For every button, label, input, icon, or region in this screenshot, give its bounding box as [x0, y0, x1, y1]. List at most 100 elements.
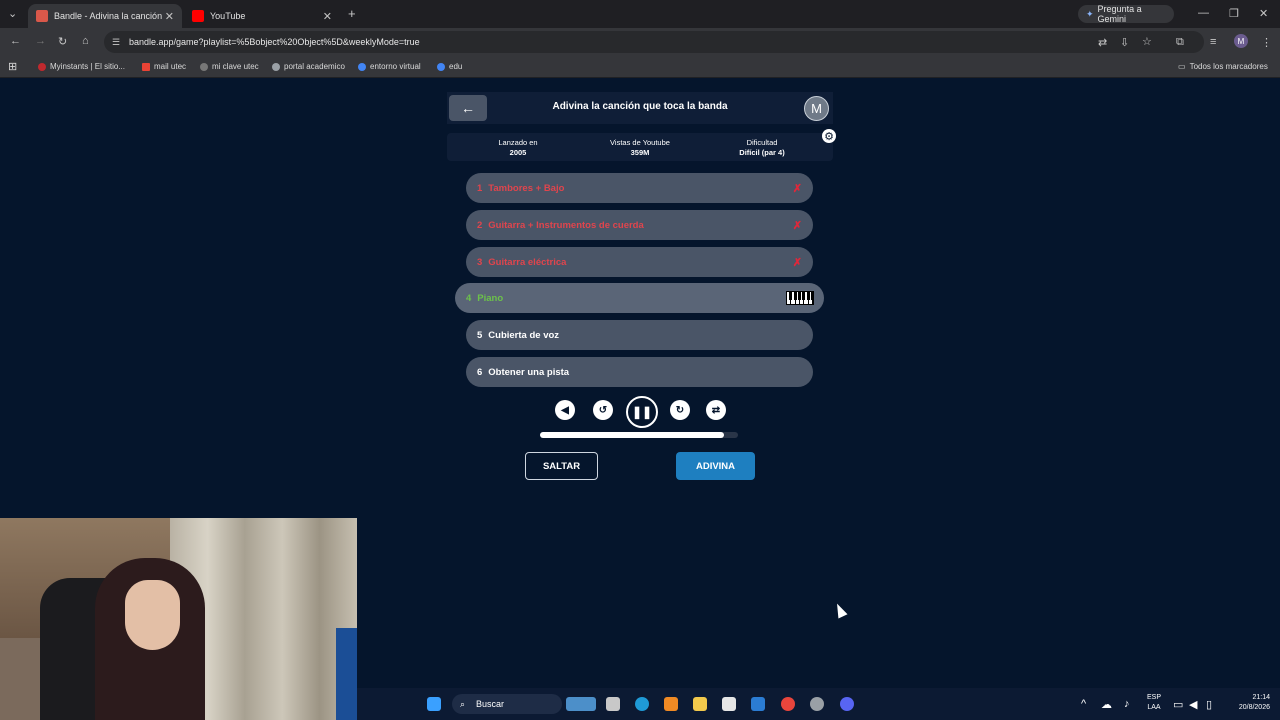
onedrive-icon[interactable]: ☁: [1101, 698, 1112, 711]
media-icon[interactable]: ≡: [1210, 36, 1216, 48]
user-avatar[interactable]: M: [804, 96, 829, 121]
stage-3: 3 Guitarra eléctrica ✗: [466, 247, 813, 277]
stage-5[interactable]: 5 Cubierta de voz: [466, 320, 813, 350]
bookmark-myinstants[interactable]: Myinstants | El sitio...: [38, 62, 125, 71]
stage-label: Guitarra + Instrumentos de cuerda: [488, 219, 644, 231]
translate-icon[interactable]: ⇄: [1098, 36, 1107, 49]
task-view-icon[interactable]: [606, 697, 620, 711]
skip-button[interactable]: SALTAR: [525, 452, 598, 480]
stage-label: Piano: [477, 292, 504, 304]
bookmark-portal-academico[interactable]: portal academico: [272, 62, 345, 71]
minimize-icon[interactable]: —: [1198, 7, 1209, 19]
clock[interactable]: 21:14 20/8/2026: [1222, 693, 1270, 713]
info-label: Lanzado en: [498, 138, 538, 147]
info-released: Lanzado en 2005: [477, 138, 559, 158]
url-text: bandle.app/game?playlist=%5Bobject%20Obj…: [129, 37, 420, 47]
bookmark-mi-clave-utec[interactable]: mi clave utec: [200, 62, 259, 71]
game-header: ← Adivina la canción que toca la banda M: [447, 92, 833, 124]
profile-avatar-icon[interactable]: M: [1234, 34, 1248, 48]
mail-app-icon[interactable]: [751, 697, 765, 711]
forward-5-icon[interactable]: ↻: [670, 400, 690, 420]
search-icon: ⌕: [460, 698, 466, 709]
stage-2: 2 Guitarra + Instrumentos de cuerda ✗: [466, 210, 813, 240]
gmail-icon: [142, 62, 150, 71]
info-label: Dificultad: [746, 138, 778, 147]
maximize-icon[interactable]: ❐: [1229, 7, 1239, 20]
extensions-icon[interactable]: ⧉: [1176, 36, 1184, 49]
reload-icon[interactable]: ↻: [58, 35, 67, 48]
taskbar-search[interactable]: ⌕ Buscar: [452, 694, 562, 714]
stage-1: 1 Tambores + Bajo ✗: [466, 173, 813, 203]
tab-search-icon[interactable]: ⌄: [8, 7, 17, 20]
globe-icon: [358, 62, 366, 71]
bandle-favicon-icon: [36, 10, 48, 22]
webcam-overlay: [0, 518, 357, 720]
stage-label: Cubierta de voz: [488, 329, 560, 341]
volume-tray-icon[interactable]: ◀: [1189, 698, 1197, 711]
bookmark-entorno-virtual[interactable]: entorno virtual: [358, 62, 421, 71]
info-youtube-views: Vistas de Youtube 359M: [599, 138, 681, 158]
discord-icon[interactable]: [840, 697, 854, 711]
window-close-icon[interactable]: ✕: [1259, 7, 1268, 20]
playback-progress-bar[interactable]: [540, 432, 738, 438]
tab-title: Bandle - Adivina la canción: [54, 11, 163, 21]
wrong-x-icon: ✗: [792, 219, 802, 232]
pause-button[interactable]: ❚❚: [626, 396, 658, 428]
forward-icon[interactable]: →: [35, 35, 46, 47]
install-icon[interactable]: ⇩: [1120, 36, 1129, 49]
chrome-icon[interactable]: [781, 697, 795, 711]
settings-gear-icon[interactable]: ⚙: [822, 129, 836, 143]
info-value: 359M: [630, 148, 650, 157]
menu-icon[interactable]: ⋮: [1261, 36, 1272, 49]
loop-off-icon[interactable]: ⇄: [706, 400, 726, 420]
edge-icon[interactable]: [635, 697, 649, 711]
stage-label: Guitarra eléctrica: [488, 256, 567, 268]
bookmark-mail-utec[interactable]: mail utec: [142, 62, 186, 71]
guess-button[interactable]: ADIVINA: [676, 452, 755, 480]
gemini-icon: ✦: [1086, 8, 1094, 19]
file-explorer-icon[interactable]: [693, 697, 707, 711]
microphone-icon[interactable]: ♪: [1124, 698, 1130, 710]
stage-label: Obtener una pista: [488, 366, 570, 378]
battery-icon[interactable]: ▯: [1206, 698, 1212, 711]
gemini-button[interactable]: ✦ Pregunta a Gemini: [1078, 4, 1174, 24]
site-info-icon[interactable]: ☰: [112, 37, 120, 48]
bookmark-star-icon[interactable]: ☆: [1142, 35, 1152, 48]
stage-label: Tambores + Bajo: [488, 182, 565, 194]
tab-youtube[interactable]: YouTube ✕: [184, 4, 340, 28]
rewind-5-icon[interactable]: ↺: [593, 400, 613, 420]
bookmark-edu[interactable]: edu: [437, 62, 462, 71]
piano-icon: [786, 291, 815, 305]
close-icon[interactable]: ✕: [323, 10, 332, 23]
pause-icon: ❚❚: [631, 405, 653, 419]
tab-bandle[interactable]: Bandle - Adivina la canción ✕: [28, 4, 182, 28]
apps-icon[interactable]: ⊞: [8, 60, 17, 73]
stage-6[interactable]: 6 Obtener una pista: [466, 357, 813, 387]
new-tab-icon[interactable]: +: [348, 6, 356, 21]
youtube-favicon-icon: [192, 10, 204, 22]
network-icon[interactable]: ▭: [1173, 698, 1183, 711]
song-info-bar: Lanzado en 2005 Vistas de Youtube 359M D…: [447, 133, 833, 161]
close-icon[interactable]: ✕: [165, 10, 174, 23]
game-app-icon[interactable]: [566, 697, 596, 711]
globe-icon: [272, 62, 280, 71]
myinstants-icon: [38, 62, 46, 71]
info-label: Vistas de Youtube: [610, 138, 670, 147]
copilot-icon[interactable]: [664, 697, 678, 711]
language-indicator[interactable]: ESP LAA: [1142, 693, 1166, 713]
home-icon[interactable]: ⌂: [82, 35, 89, 47]
store-icon[interactable]: [722, 697, 736, 711]
globe-icon: [437, 62, 445, 71]
gemini-label: Pregunta a Gemini: [1097, 4, 1142, 24]
wrong-x-icon: ✗: [792, 256, 802, 269]
address-bar[interactable]: ☰ bandle.app/game?playlist=%5Bobject%20O…: [104, 31, 1204, 53]
info-difficulty: Dificultad Difícil (par 4): [721, 138, 803, 158]
volume-icon[interactable]: ◀: [555, 400, 575, 420]
back-icon[interactable]: ←: [10, 35, 21, 47]
windows-start-icon[interactable]: [427, 697, 441, 711]
tray-chevron-icon[interactable]: ^: [1081, 698, 1086, 710]
stage-4[interactable]: 4 Piano: [455, 283, 824, 313]
folder-icon: ▭: [1178, 62, 1186, 71]
all-bookmarks[interactable]: ▭ Todos los marcadores: [1178, 62, 1268, 71]
steam-icon[interactable]: [810, 697, 824, 711]
